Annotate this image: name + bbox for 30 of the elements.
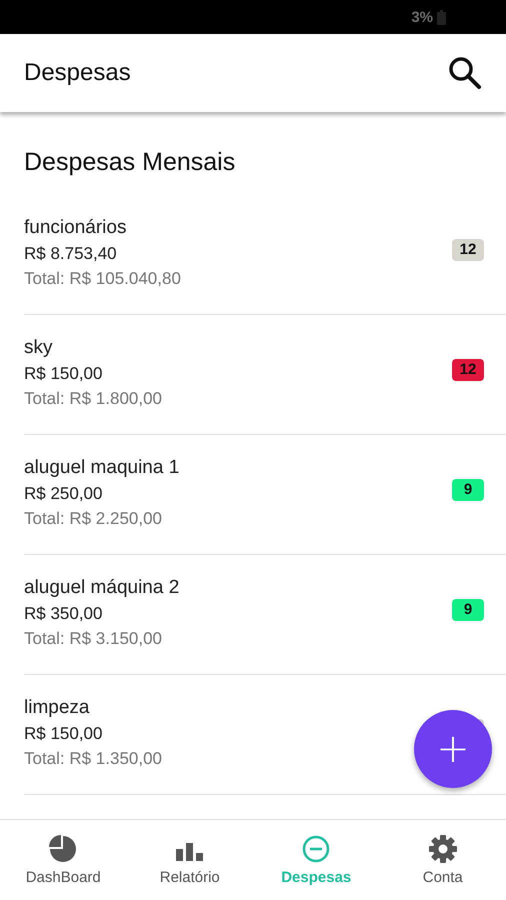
expense-name: funcionários [24,216,128,238]
expense-total: Total: R$ 105.040,80 [24,268,181,288]
minus-circle-icon [302,834,330,862]
expense-total: Total: R$ 1.800,00 [24,388,162,408]
expense-amount: R$ 350,00 [24,604,104,624]
nav-tab[interactable]: Conta [380,820,506,900]
count-badge: 12 [452,358,484,380]
count-badge: 9 [452,478,484,500]
count-badge: 12 [452,238,484,260]
battery-level: 3% [411,8,433,26]
expense-name: sky [24,336,54,358]
battery-icon [437,10,446,24]
expense-name: limpeza [24,696,90,718]
section-title: Despesas Mensais [23,147,236,178]
expense-amount: R$ 150,00 [24,724,104,744]
pie-chart-icon [49,834,78,862]
expense-name: aluguel máquina 2 [24,576,180,598]
expense-amount: R$ 150,00 [24,364,104,384]
screen-title: Despesas [24,59,131,87]
expense-total: Total: R$ 3.150,00 [24,628,163,648]
count-badge: 9 [452,598,484,620]
expense-amount: R$ 8.753,40 [24,244,118,264]
expense-amount: R$ 250,00 [24,484,104,504]
expense-total: Total: R$ 1.350,00 [24,748,162,768]
nav-tab[interactable]: Relatório [126,820,253,900]
search-icon[interactable] [448,56,482,90]
nav-tab[interactable]: DashBoard [0,820,126,900]
add-button[interactable]: + [414,710,492,788]
expense-total: Total: R$ 2.250,00 [24,508,163,528]
expense-name: aluguel maquina 1 [24,456,180,478]
